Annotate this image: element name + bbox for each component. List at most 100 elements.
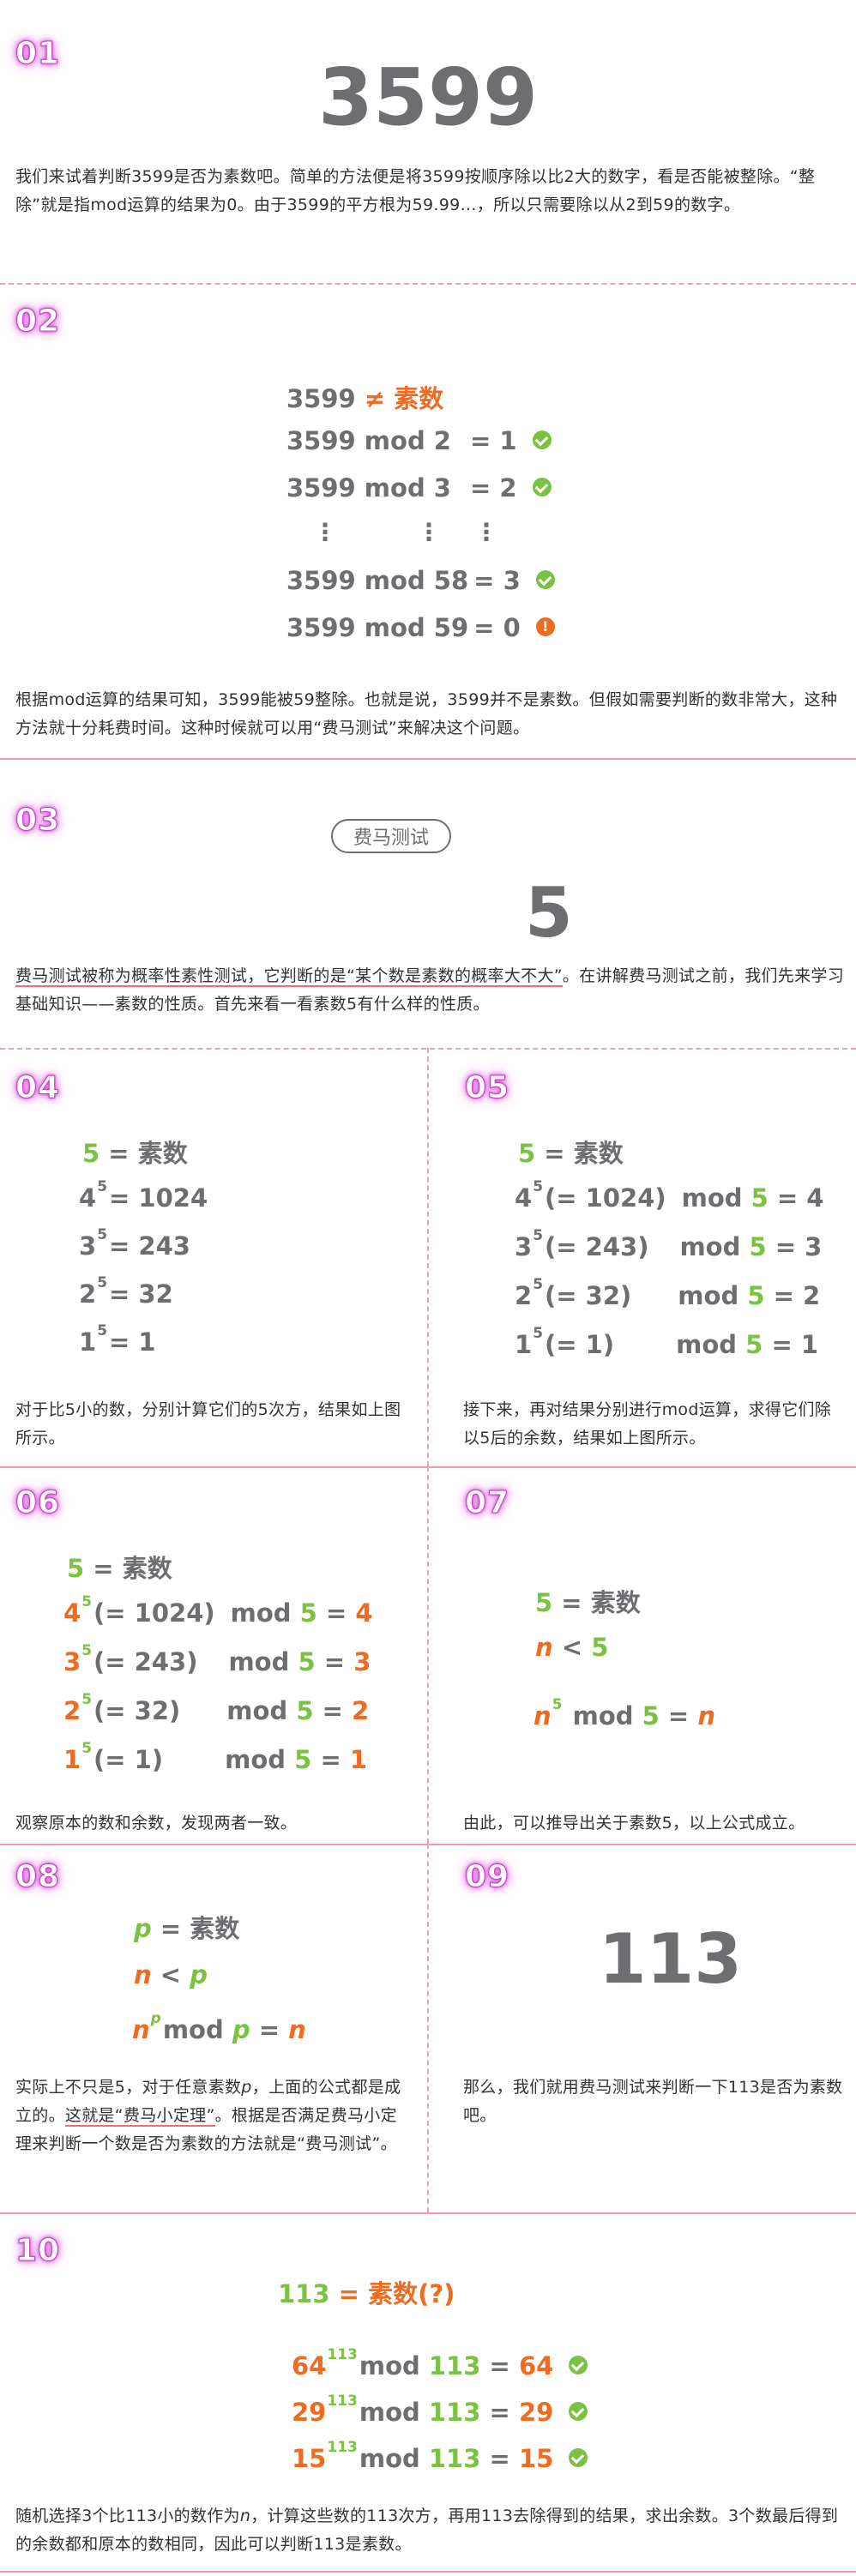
equals: =: [325, 1598, 347, 1628]
not-equal-sign: ≠: [364, 384, 386, 413]
step-number-10: 10: [15, 2233, 61, 2269]
divider: [0, 283, 856, 285]
text: 随机选择3个比113小的数作为: [15, 2507, 240, 2525]
mod-row: 25(= 32) mod 5 = 2: [63, 1691, 369, 1725]
prime-label: 素数: [590, 1588, 641, 1617]
check-icon: [569, 2448, 588, 2467]
equals: =: [489, 2351, 510, 2380]
remainder: = 1: [771, 1330, 819, 1359]
mod-result-paragraph: 根据mod运算的结果可知，3599能被59整除。也就是说，3599并不是素数。但…: [15, 690, 838, 737]
mod-row-59: 3599 mod 59 = 0!: [286, 613, 555, 642]
base: 3: [63, 1647, 81, 1676]
column-divider: [427, 1844, 429, 2212]
equals: =: [667, 1701, 690, 1730]
fermat-intro-paragraph: 费马测试被称为概率性素性测试，它判断的是“某个数是素数的概率大不大”。在讲解费马…: [15, 962, 847, 1019]
base: 4: [63, 1598, 81, 1628]
five: 5: [591, 1633, 609, 1662]
exponent: 5: [81, 1593, 93, 1610]
power-value: (= 1024): [545, 1183, 666, 1213]
check-icon: [532, 430, 552, 449]
vertical-ellipsis: ⋮: [417, 518, 441, 546]
prime-label: 素数: [122, 1554, 172, 1583]
mod-keyword: mod: [226, 1696, 288, 1725]
prime-5-line: 5 = 素数: [82, 1134, 188, 1170]
prime-label: 素数: [190, 1914, 240, 1943]
base: 1: [63, 1745, 81, 1774]
power-value: (= 243): [93, 1647, 198, 1676]
modulus: 5: [749, 1232, 767, 1261]
five: 5: [518, 1139, 536, 1168]
exponent: 113: [327, 2346, 358, 2363]
not-prime-header: 3599 ≠ 素数: [286, 379, 443, 415]
mod-result: = 2: [469, 473, 517, 503]
mod-row-58: 3599 mod 58 = 3: [286, 566, 555, 595]
exponent-p: p: [150, 2010, 161, 2027]
prime-label: 素数: [573, 1139, 624, 1168]
step-number-05: 05: [464, 1070, 510, 1106]
exponent: 5: [81, 1740, 93, 1757]
mod-row: 25(= 32) mod 5 = 2: [515, 1276, 820, 1310]
exponent: 5: [533, 1178, 544, 1195]
result-n: n: [288, 2015, 306, 2044]
inline-variable-n: n: [239, 2507, 251, 2525]
remainder: 3: [353, 1647, 371, 1676]
fermat-little-theorem-formula: npmod p = n: [132, 2010, 306, 2044]
remainder: = 3: [775, 1232, 823, 1261]
fermat-row-64: 64113mod 113 = 64: [292, 2346, 588, 2380]
equals: =: [544, 1139, 565, 1168]
check-icon: [535, 570, 555, 589]
modulus: 113: [428, 2351, 481, 2380]
underlined-definition: 费马测试被称为概率性素性测试，它判断的是“某个数是素数的概率大不大”: [15, 966, 563, 987]
number-3599-title: 3599: [317, 51, 539, 143]
remainder: 29: [518, 2398, 554, 2427]
equals: =: [323, 1647, 346, 1676]
check-icon: [532, 478, 552, 497]
modulus: 5: [296, 1696, 314, 1725]
base: 3: [515, 1232, 533, 1261]
mod-keyword: mod: [359, 2398, 420, 2427]
number-5: 5: [525, 873, 573, 953]
equals: =: [489, 2444, 510, 2473]
exponent: 5: [97, 1226, 108, 1243]
remainder: 1: [349, 1745, 368, 1774]
fermat-row-29: 29113mod 113 = 29: [292, 2392, 588, 2427]
power-row: 25= 32: [79, 1274, 173, 1309]
power-row: 35= 243: [79, 1226, 190, 1261]
five: 5: [535, 1588, 553, 1617]
equals: =: [561, 1588, 582, 1617]
equals: =: [320, 1745, 341, 1774]
power-value: (= 32): [545, 1281, 632, 1310]
power-value: (= 32): [93, 1696, 181, 1725]
modulus: 113: [428, 2398, 481, 2427]
divider: [0, 2212, 856, 2214]
divider: [0, 2571, 856, 2573]
exponent: 5: [97, 1178, 108, 1195]
mod-keyword: mod: [225, 1745, 286, 1774]
power-row: 15= 1: [79, 1322, 156, 1357]
mod-keyword: mod: [679, 1232, 741, 1261]
mod-result: = 1: [469, 426, 517, 455]
step-number-02: 02: [15, 304, 61, 340]
test-113-paragraph: 那么，我们就用费马测试来判断一下113是否为素数吧。: [463, 2078, 843, 2125]
modulus: 5: [299, 1598, 317, 1628]
exponent: 5: [97, 1322, 108, 1339]
mod-row: 35(= 243) mod 5 = 3: [63, 1642, 371, 1676]
vertical-ellipsis: ⋮: [474, 518, 498, 546]
step-number-07: 07: [464, 1485, 510, 1521]
mod-expression: 3599 mod 3: [286, 473, 451, 503]
exponent: 5: [81, 1691, 93, 1708]
text: 实际上不只是5，对于任意素数: [15, 2078, 242, 2097]
variable-p: p: [190, 1960, 208, 1989]
result: = 1: [109, 1327, 156, 1357]
mod-paragraph: 接下来，再对结果分别进行mod运算，求得它们除以5后的余数，结果如上图所示。: [463, 1400, 832, 1447]
mod-expression: 3599 mod 2: [286, 426, 451, 455]
mod-result: = 0: [473, 613, 521, 642]
mod-result: = 3: [473, 566, 521, 595]
modulus: 5: [747, 1281, 765, 1310]
vertical-ellipsis: ⋮: [313, 518, 337, 546]
mod-keyword: mod: [676, 1330, 738, 1359]
step-number-04: 04: [15, 1070, 61, 1106]
mod-expression: 3599 mod 59: [286, 613, 469, 642]
mod-keyword: mod: [359, 2444, 420, 2473]
remainder: 15: [518, 2444, 554, 2473]
